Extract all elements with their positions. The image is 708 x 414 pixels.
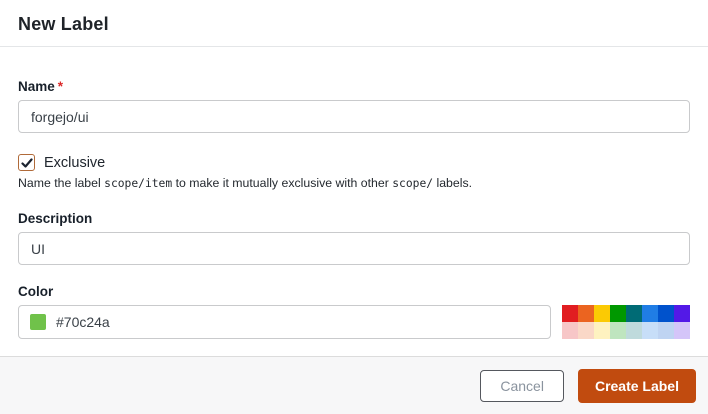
color-row xyxy=(18,305,690,339)
palette-swatch[interactable] xyxy=(594,322,610,339)
exclusive-label[interactable]: Exclusive xyxy=(44,155,105,171)
palette-swatch[interactable] xyxy=(562,305,578,322)
exclusive-help-text: Name the label scope/item to make it mut… xyxy=(18,176,473,190)
palette-swatch[interactable] xyxy=(674,305,690,322)
color-palette xyxy=(562,305,690,339)
dialog-actions: Cancel Create Label xyxy=(0,356,708,414)
dialog-title: New Label xyxy=(18,14,109,34)
palette-swatch[interactable] xyxy=(610,322,626,339)
color-input[interactable] xyxy=(54,306,539,338)
scope-item-code: scope/item xyxy=(104,177,173,190)
new-label-dialog: New Label Name* Exclusive Name the label… xyxy=(0,0,708,414)
exclusive-checkbox-row: Exclusive xyxy=(18,154,690,171)
palette-swatch[interactable] xyxy=(562,322,578,339)
create-label-button[interactable]: Create Label xyxy=(577,368,696,403)
description-input[interactable] xyxy=(18,232,690,265)
new-label-form: Name* Exclusive Name the label scope/ite… xyxy=(0,47,708,356)
required-asterisk: * xyxy=(57,79,64,94)
palette-swatch[interactable] xyxy=(626,322,642,339)
palette-swatch[interactable] xyxy=(658,305,674,322)
palette-swatch[interactable] xyxy=(658,322,674,339)
palette-swatch[interactable] xyxy=(610,305,626,322)
name-input[interactable] xyxy=(18,100,690,133)
dialog-header: New Label xyxy=(0,0,708,47)
palette-swatch[interactable] xyxy=(626,305,642,322)
description-field-group: Description xyxy=(18,211,690,265)
palette-swatch[interactable] xyxy=(674,322,690,339)
name-field-group: Name * xyxy=(18,79,690,133)
palette-swatch[interactable] xyxy=(578,322,594,339)
description-label: Description xyxy=(18,211,93,226)
name-label: Name * xyxy=(18,79,64,94)
color-input-wrap xyxy=(18,305,551,339)
color-swatch xyxy=(30,314,46,330)
exclusive-checkbox[interactable] xyxy=(18,154,35,171)
color-field-group: Color xyxy=(18,284,690,339)
checkmark-icon xyxy=(20,157,33,168)
cancel-button[interactable]: Cancel xyxy=(480,369,564,402)
palette-swatch[interactable] xyxy=(642,305,658,322)
palette-swatch[interactable] xyxy=(642,322,658,339)
palette-swatch[interactable] xyxy=(578,305,594,322)
scope-code: scope/ xyxy=(392,177,434,190)
color-label: Color xyxy=(18,284,54,299)
palette-swatch[interactable] xyxy=(594,305,610,322)
